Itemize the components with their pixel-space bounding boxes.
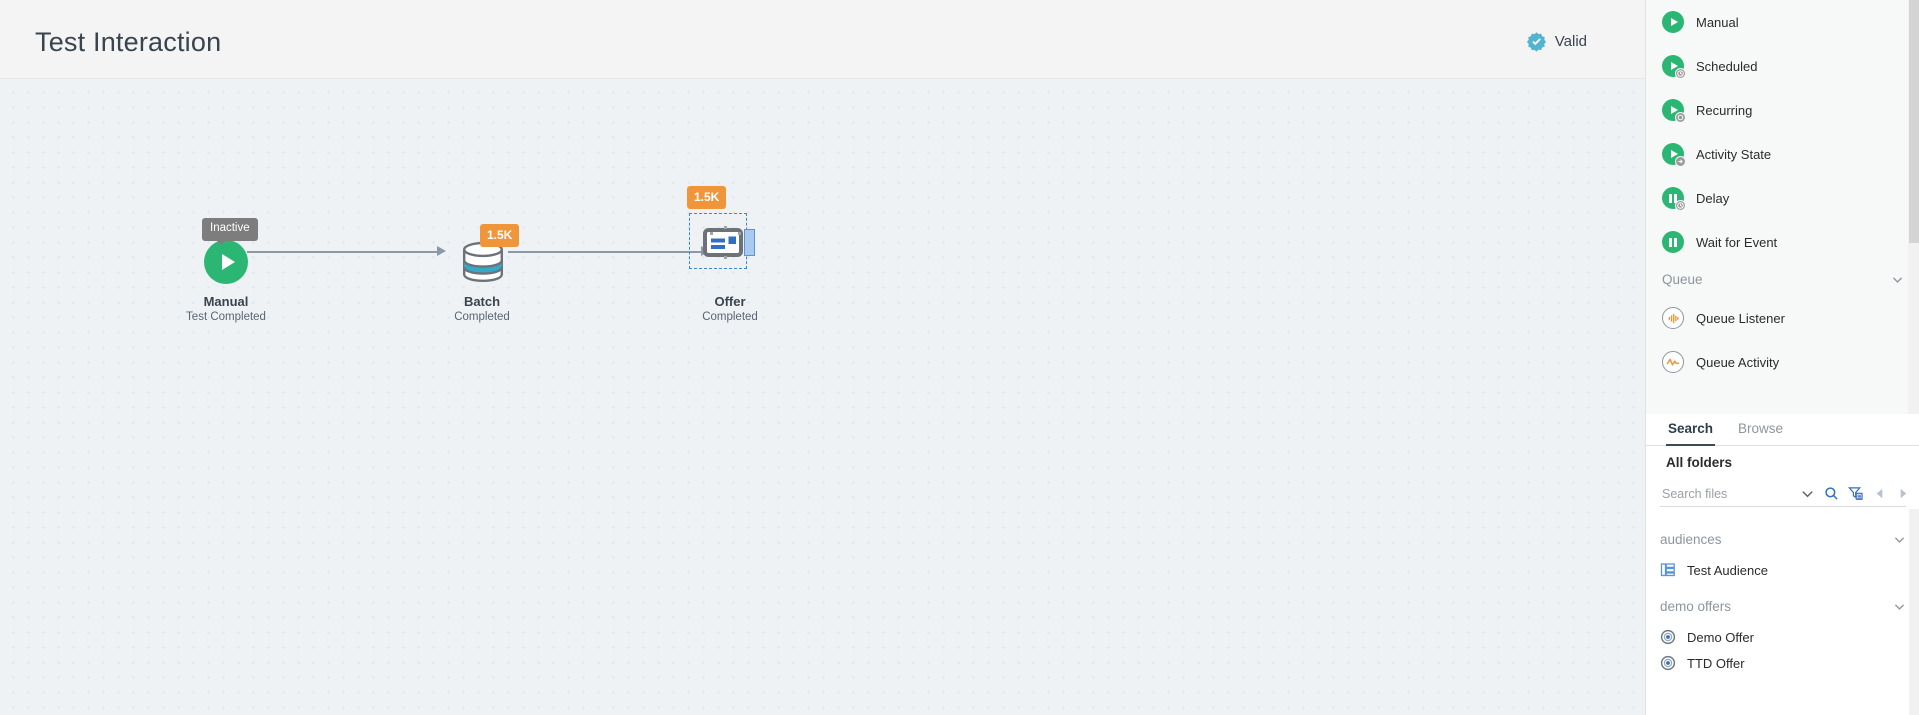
connector-manual-batch[interactable]	[247, 251, 437, 253]
page-header: Test Interaction Valid	[0, 0, 1645, 79]
chevron-down-icon[interactable]	[1893, 533, 1906, 546]
result-group-label: audiences	[1660, 532, 1722, 547]
play-circle-icon	[1662, 11, 1684, 33]
offer-target-icon	[1660, 655, 1676, 671]
queue-activity-icon	[1662, 351, 1684, 373]
node-name: Manual	[203, 294, 249, 309]
node-count-badge: 1.5K	[687, 186, 727, 209]
workflow-canvas[interactable]: Inactive Manual Test Completed 1.5K Batc…	[0, 79, 1645, 715]
queue-listener-icon	[1662, 307, 1684, 329]
play-circle-icon	[1662, 99, 1686, 123]
results-scrollbar-thumb[interactable]	[1909, 509, 1919, 715]
arrow-right-icon	[1675, 156, 1686, 167]
palette-item-label: Queue Listener	[1696, 310, 1785, 326]
activity-palette[interactable]: Manual Scheduled Recurring Activity Stat…	[1646, 0, 1919, 414]
search-input[interactable]	[1660, 486, 1800, 501]
status-badge: Valid	[1526, 31, 1587, 52]
palette-group-label: Queue	[1662, 272, 1703, 287]
node-tooltip-inactive: Inactive	[202, 218, 258, 244]
prev-arrow-icon[interactable]	[1872, 486, 1887, 501]
offer-card-icon[interactable]	[703, 228, 743, 257]
play-circle-icon[interactable]	[204, 240, 248, 284]
palette-item-label: Manual	[1696, 14, 1739, 30]
node-status: Completed	[702, 311, 758, 323]
file-search-bar	[1660, 481, 1907, 507]
palette-item-recurring[interactable]: Recurring	[1662, 97, 1752, 123]
result-item-ttd-offer[interactable]: TTD Offer	[1660, 655, 1745, 671]
palette-item-label: Scheduled	[1696, 58, 1758, 74]
status-badge-label: Valid	[1554, 33, 1587, 50]
offer-target-icon	[1660, 629, 1676, 645]
palette-item-scheduled[interactable]: Scheduled	[1662, 53, 1757, 79]
canvas-node-offer-label: Offer Completed	[702, 294, 758, 325]
palette-item-manual[interactable]: Manual	[1662, 9, 1739, 35]
pause-circle-icon	[1662, 187, 1686, 211]
tab-search[interactable]: Search	[1666, 414, 1716, 446]
node-name: Batch	[463, 294, 501, 309]
next-arrow-icon[interactable]	[1896, 486, 1911, 501]
result-item-label: Test Audience	[1687, 562, 1768, 578]
palette-item-queue-activity[interactable]: Queue Activity	[1662, 349, 1779, 375]
palette-item-activity-state[interactable]: Activity State	[1662, 141, 1771, 167]
palette-item-wait-for-event[interactable]: Wait for Event	[1662, 229, 1777, 255]
connector-arrow-icon	[437, 246, 446, 256]
play-circle-icon	[1662, 143, 1686, 167]
node-name: Offer	[714, 294, 746, 309]
result-group-demo-offers[interactable]: demo offers	[1660, 599, 1906, 614]
result-group-audiences[interactable]: audiences	[1660, 532, 1906, 547]
recurring-icon	[1675, 112, 1686, 123]
folders-heading: All folders	[1666, 455, 1733, 470]
result-item-label: Demo Offer	[1687, 629, 1754, 645]
clock-icon	[1675, 68, 1686, 79]
connector-batch-offer[interactable]	[508, 251, 701, 253]
search-icon[interactable]	[1824, 486, 1839, 501]
palette-item-label: Wait for Event	[1696, 234, 1778, 250]
node-count-badge: 1.5K	[480, 224, 520, 247]
pause-circle-icon	[1662, 231, 1684, 253]
verified-seal-icon	[1526, 31, 1547, 52]
palette-item-label: Recurring	[1696, 102, 1753, 118]
chevron-down-icon[interactable]	[1893, 600, 1906, 613]
selection-handle[interactable]	[710, 232, 713, 235]
canvas-node-offer[interactable]: 1.5K Offer Completed	[687, 186, 772, 323]
result-item-label: TTD Offer	[1687, 655, 1745, 671]
canvas-node-manual[interactable]: Inactive Manual Test Completed	[186, 218, 266, 323]
node-status: Test Completed	[186, 311, 266, 323]
palette-item-label: Delay	[1696, 190, 1730, 206]
result-group-label: demo offers	[1660, 599, 1732, 614]
selection-handle[interactable]	[738, 232, 741, 235]
application-window: Test Interaction Valid Inactive Manual T…	[0, 0, 1919, 715]
right-sidebar: Manual Scheduled Recurring Activity Stat…	[1645, 0, 1919, 715]
chevron-down-icon[interactable]	[1800, 486, 1815, 501]
canvas-node-batch[interactable]: 1.5K Batch Completed	[452, 224, 520, 323]
palette-item-label: Queue Activity	[1696, 354, 1780, 370]
canvas-node-batch-label: Batch Completed	[454, 294, 510, 325]
sidebar-tabs: Search Browse	[1646, 414, 1919, 446]
palette-item-label: Activity State	[1696, 146, 1772, 162]
palette-item-queue-listener[interactable]: Queue Listener	[1662, 305, 1785, 331]
canvas-node-manual-label: Manual Test Completed	[186, 294, 266, 325]
clock-icon	[1675, 200, 1686, 211]
palette-group-queue[interactable]: Queue	[1662, 272, 1904, 287]
audience-icon	[1660, 562, 1676, 578]
result-item-test-audience[interactable]: Test Audience	[1660, 562, 1768, 578]
selection-handle[interactable]	[724, 256, 727, 259]
node-status: Completed	[454, 311, 510, 323]
palette-scrollbar-thumb[interactable]	[1909, 0, 1919, 243]
page-title: Test Interaction	[35, 27, 222, 57]
search-results-list[interactable]: audiences Test Audience demo offers Demo…	[1646, 509, 1919, 715]
play-circle-icon	[1662, 55, 1686, 79]
selection-handle[interactable]	[724, 226, 727, 229]
tab-browse[interactable]: Browse	[1736, 414, 1785, 446]
filter-icon[interactable]	[1848, 486, 1863, 501]
offer-attachment-icon	[744, 229, 755, 256]
chevron-down-icon[interactable]	[1891, 273, 1904, 286]
result-item-demo-offer[interactable]: Demo Offer	[1660, 629, 1754, 645]
palette-item-delay[interactable]: Delay	[1662, 185, 1729, 211]
